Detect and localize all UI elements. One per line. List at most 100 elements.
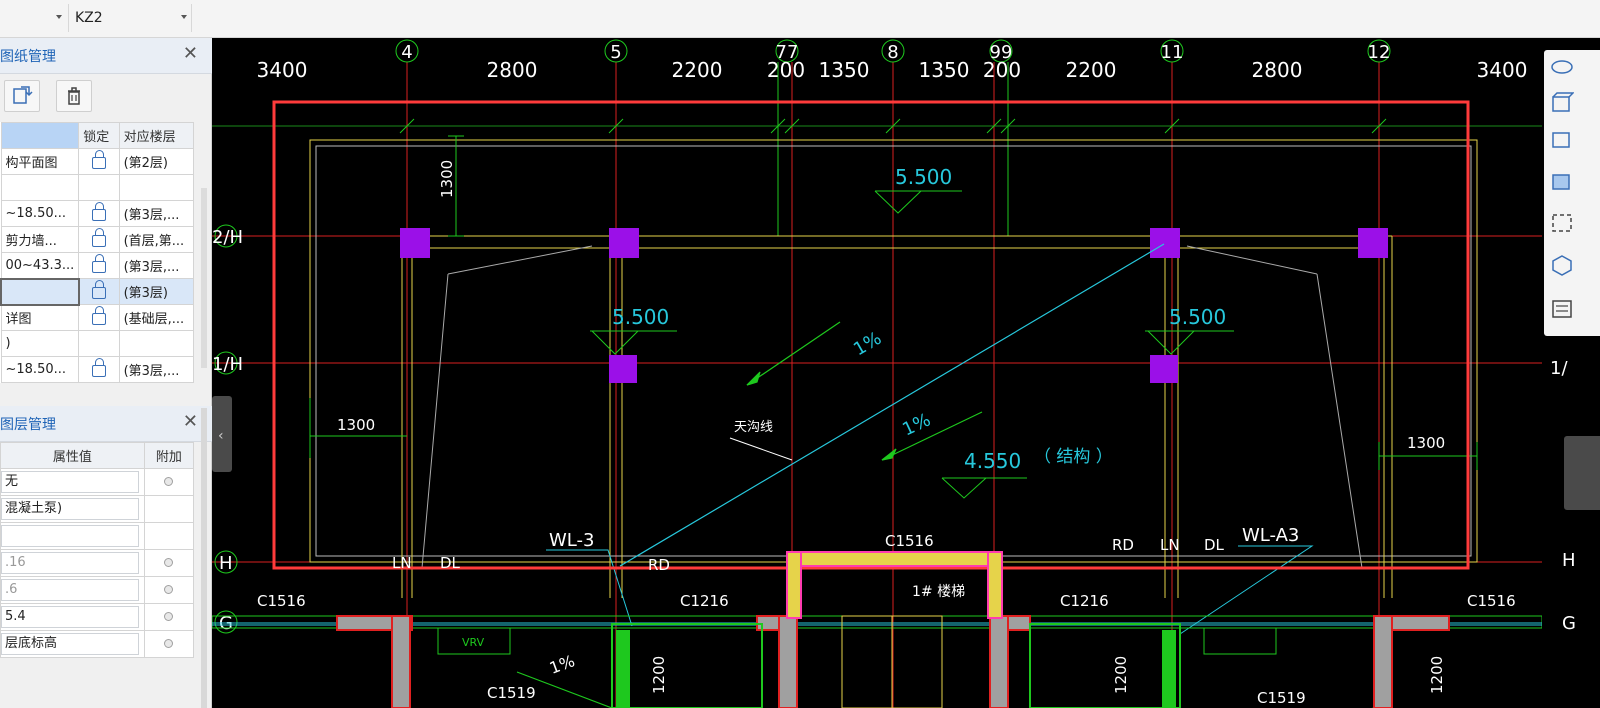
value-cell[interactable]: 5.4	[0, 603, 145, 631]
view-3d-icon[interactable]	[1550, 92, 1574, 114]
delete-drawing-button[interactable]	[56, 80, 92, 112]
value-cell[interactable]: .6	[0, 576, 145, 604]
drawing-name-cell[interactable]: 00~43.3...	[0, 252, 80, 279]
value-cell[interactable]	[0, 522, 145, 550]
lock-cell[interactable]	[78, 304, 120, 331]
table-row[interactable]: 详图 (基础层,...	[0, 304, 195, 331]
table-row[interactable]: )	[0, 330, 195, 357]
drawing-table: 锁定 对应楼层 构平面图 (第2层) ~18.50... (第3层,... 剪力…	[0, 122, 195, 383]
floor-cell[interactable]	[118, 174, 195, 201]
column-header-value[interactable]: 属性值	[0, 442, 145, 469]
table-row[interactable]: 剪力墙... (首层,第...	[0, 226, 195, 253]
floor-cell[interactable]: (第3层,...	[118, 252, 195, 279]
drawing-name-cell[interactable]: )	[0, 330, 80, 357]
drawing-name-cell[interactable]: 详图	[0, 304, 80, 331]
lock-icon[interactable]	[91, 149, 106, 169]
lock-cell[interactable]	[78, 252, 120, 279]
lock-cell[interactable]	[78, 226, 120, 253]
drawing-scrollbar[interactable]	[201, 188, 207, 368]
list-view-icon[interactable]	[1550, 298, 1574, 320]
value-cell[interactable]: 层底标高	[0, 630, 145, 658]
drain-leader-left	[546, 549, 633, 627]
table-row[interactable]: ~18.50... (第3层,...	[0, 356, 195, 383]
drawing-name-cell[interactable]: 构平面图	[0, 148, 80, 175]
extra-cell[interactable]	[143, 603, 195, 631]
table-row[interactable]: ~18.50... (第3层,...	[0, 200, 195, 227]
component-name-select[interactable]: KZ2	[68, 4, 192, 32]
cube-icon[interactable]	[1550, 254, 1574, 276]
drawing-name-cell[interactable]: ~18.50...	[0, 200, 80, 227]
drawing-name-cell[interactable]	[0, 174, 80, 201]
table-row[interactable]	[0, 174, 195, 201]
slope-arrows	[516, 321, 1383, 708]
column-header-lock[interactable]: 锁定	[78, 122, 120, 149]
extra-cell[interactable]	[143, 468, 195, 496]
extra-cell	[143, 522, 195, 550]
close-icon[interactable]: ✕	[183, 412, 198, 432]
lock-icon[interactable]	[91, 201, 106, 221]
radio-dot[interactable]	[164, 557, 174, 567]
property-input[interactable]: 层底标高	[1, 633, 139, 655]
floor-cell[interactable]: (基础层,...	[118, 304, 195, 331]
table-row: 无	[0, 468, 195, 496]
axis-label-1h: 1/H	[212, 354, 243, 375]
column-header-floor[interactable]: 对应楼层	[118, 122, 195, 149]
radio-dot[interactable]	[164, 584, 174, 594]
table-row[interactable]: 构平面图 (第2层)	[0, 148, 195, 175]
floor-cell[interactable]: (第3层,...	[118, 200, 195, 227]
extra-cell[interactable]	[143, 630, 195, 658]
lock-icon[interactable]	[91, 305, 106, 325]
property-input[interactable]: 无	[1, 471, 139, 493]
floor-cell[interactable]: (第2层)	[118, 148, 195, 175]
column-header-name[interactable]	[0, 122, 80, 149]
property-input[interactable]: 混凝土泵)	[1, 498, 139, 520]
radio-dot[interactable]	[164, 638, 174, 648]
floor-cell[interactable]	[118, 330, 195, 357]
elevation-left: 5.500	[612, 305, 669, 329]
value-cell[interactable]: .16	[0, 549, 145, 577]
dim-text: 2200	[1066, 58, 1117, 82]
table-row-selected[interactable]: (第3层)	[0, 277, 195, 306]
property-scrollbar[interactable]	[201, 408, 207, 708]
drawing-name-cell[interactable]	[0, 277, 80, 306]
radio-dot[interactable]	[164, 476, 174, 486]
table-row[interactable]: 00~43.3... (第3层,...	[0, 252, 195, 279]
column-header-extra[interactable]: 附加	[143, 442, 195, 469]
gutter-leader	[729, 437, 793, 461]
extra-cell[interactable]	[143, 576, 195, 604]
cad-drawing[interactable]: 4 5 77 8 99 11 12 2/H 1/H H G 3400 2800 …	[212, 38, 1542, 708]
lock-cell[interactable]	[78, 278, 120, 305]
component-type-select[interactable]	[0, 4, 66, 32]
property-input[interactable]: .6	[1, 579, 139, 601]
chevron-down-icon	[56, 15, 62, 19]
property-input[interactable]: 5.4	[1, 606, 139, 628]
orbit-icon[interactable]	[1550, 56, 1574, 78]
value-cell[interactable]: 无	[0, 468, 145, 496]
extra-cell[interactable]	[143, 549, 195, 577]
lock-icon[interactable]	[91, 357, 106, 377]
lock-cell[interactable]	[78, 356, 120, 383]
floor-cell[interactable]: (第3层)	[118, 278, 195, 305]
cad-drawing-canvas[interactable]: 4 5 77 8 99 11 12 2/H 1/H H G 3400 2800 …	[212, 38, 1542, 708]
import-drawing-button[interactable]	[4, 80, 40, 112]
lock-icon[interactable]	[92, 279, 107, 299]
close-icon[interactable]: ✕	[183, 44, 198, 64]
drawing-name-cell[interactable]: ~18.50...	[0, 356, 80, 383]
box-view-icon[interactable]	[1550, 128, 1574, 150]
value-cell[interactable]: 混凝土泵)	[0, 495, 145, 523]
table-row: .6	[0, 576, 195, 604]
lock-cell[interactable]	[78, 148, 120, 175]
property-input[interactable]: .16	[1, 552, 139, 574]
floor-cell[interactable]: (首层,第...	[118, 226, 195, 253]
property-input[interactable]	[1, 525, 139, 547]
lock-cell[interactable]	[78, 200, 120, 227]
lock-icon[interactable]	[91, 253, 106, 273]
floor-cell[interactable]: (第3层,...	[118, 356, 195, 383]
solid-box-icon[interactable]	[1550, 170, 1574, 192]
axis-label-g-right: G	[1562, 613, 1576, 634]
radio-dot[interactable]	[164, 611, 174, 621]
right-collapse-tab[interactable]	[1564, 436, 1600, 510]
select-frame-icon[interactable]	[1550, 212, 1574, 234]
lock-icon[interactable]	[91, 227, 106, 247]
drawing-name-cell[interactable]: 剪力墙...	[0, 226, 80, 253]
